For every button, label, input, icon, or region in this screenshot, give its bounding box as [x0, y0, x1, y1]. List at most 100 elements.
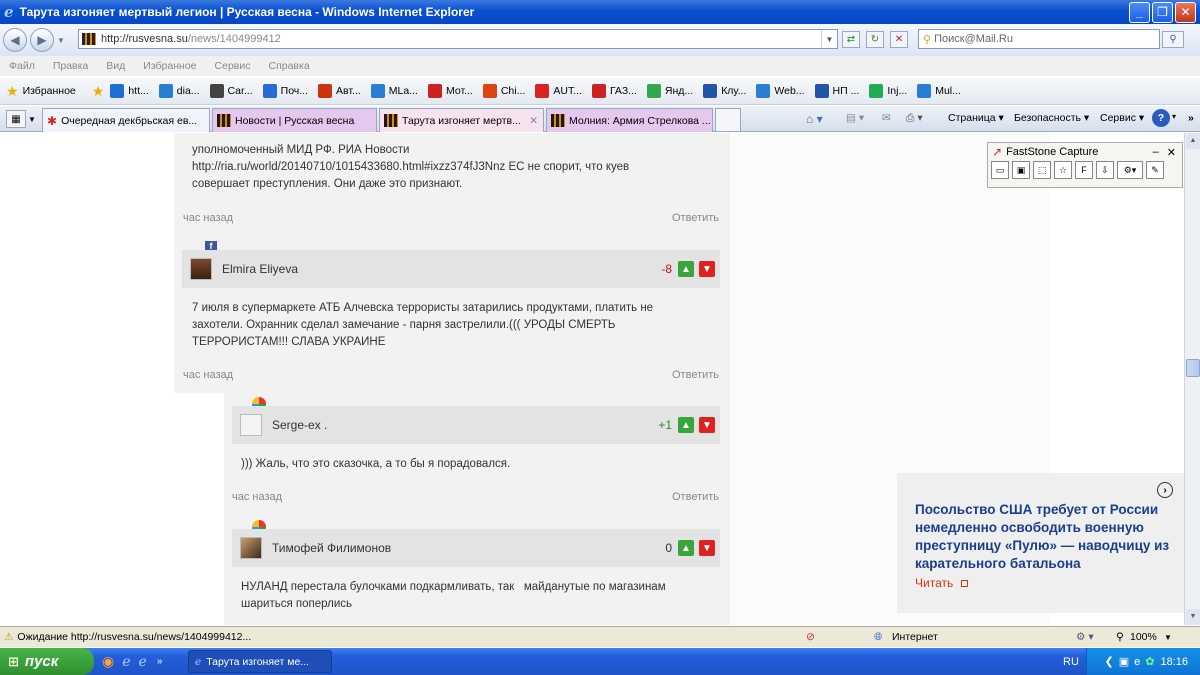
scroll-down-button[interactable]: ▼ — [1186, 609, 1200, 625]
favorites-item[interactable]: Янд... — [646, 84, 693, 98]
tray-ie-icon[interactable]: e — [1134, 656, 1140, 668]
reply-link[interactable]: Ответить — [672, 212, 719, 224]
reply-link[interactable]: Ответить — [672, 491, 719, 503]
address-bar[interactable]: http://rusvesna.su /news/1404999412 ▼ — [78, 29, 838, 49]
comment-author[interactable]: Elmira Eliyeva — [222, 262, 298, 276]
scroll-up-button[interactable]: ▲ — [1186, 133, 1200, 149]
feeds-icon[interactable]: ▤ ▾ — [846, 112, 864, 124]
capture-fullscreen-icon[interactable]: F — [1075, 161, 1093, 179]
zoom-icon[interactable]: ⚲ — [1116, 631, 1124, 643]
faststone-close-button[interactable]: ✕ — [1167, 146, 1176, 159]
comment-author[interactable]: Тимофей Филимонов — [272, 541, 391, 555]
quick-tabs-icon[interactable]: ▦ — [6, 110, 26, 128]
output-settings-icon[interactable]: ⚙▾ — [1117, 161, 1143, 179]
page-menu[interactable]: Страница ▾ — [948, 112, 1004, 124]
capture-rectangle-icon[interactable]: ⬚ — [1033, 161, 1051, 179]
more-commands-icon[interactable]: » — [1188, 112, 1194, 124]
thumbs-up-icon[interactable]: ▲ — [678, 417, 694, 433]
faststone-minimize-button[interactable]: – — [1153, 146, 1159, 158]
menu-view[interactable]: Вид — [106, 60, 125, 72]
favorites-item[interactable]: Авт... — [318, 84, 361, 98]
favorites-item[interactable]: Поч... — [262, 84, 308, 98]
help-icon[interactable]: ? — [1152, 109, 1170, 127]
minimize-button[interactable]: _ — [1129, 1, 1150, 23]
reply-link[interactable]: Ответить — [672, 369, 719, 381]
favorites-item[interactable]: htt... — [110, 84, 149, 98]
security-icon[interactable]: ⚙ ▾ — [1076, 631, 1094, 643]
print-icon[interactable]: ⎙ ▾ — [906, 112, 923, 125]
quicklaunch-more-icon[interactable]: » — [157, 656, 163, 667]
refresh-icon[interactable]: ↻ — [866, 31, 884, 48]
news-teaser[interactable]: › Посольство США требует от России немед… — [897, 473, 1184, 613]
thumbs-up-icon[interactable]: ▲ — [678, 261, 694, 277]
favorites-item[interactable]: MLa... — [370, 84, 418, 98]
tab-3-active[interactable]: Тарута изгоняет мертв... ✕ — [379, 108, 544, 132]
favorites-item[interactable]: Inj... — [869, 84, 907, 98]
safety-menu[interactable]: Безопасность ▾ — [1014, 112, 1089, 124]
comment-author[interactable]: Serge-ex . — [272, 418, 327, 432]
help-dropdown-icon[interactable]: ▾ — [1172, 112, 1176, 121]
capture-scrolling-icon[interactable]: ⇩ — [1096, 161, 1114, 179]
favorites-item[interactable]: Web... — [756, 84, 805, 98]
close-button[interactable]: ✕ — [1175, 1, 1196, 23]
taskbar-task-ie[interactable]: e Тарута изгоняет ме... — [188, 650, 332, 673]
thumbs-down-icon[interactable]: ▼ — [699, 540, 715, 556]
start-button[interactable]: ⊞ пуск — [0, 648, 94, 675]
favorites-item[interactable]: ГАЗ... — [591, 84, 637, 98]
favorites-item[interactable]: dia... — [158, 84, 200, 98]
menu-tools[interactable]: Сервис — [215, 60, 251, 72]
home-icon[interactable]: ⌂ ▾ — [806, 112, 823, 126]
back-button[interactable]: ◀ — [3, 28, 27, 52]
thumbs-down-icon[interactable]: ▼ — [699, 417, 715, 433]
favorites-button[interactable]: ★ Избранное — [6, 83, 76, 100]
restore-button[interactable]: ❐ — [1152, 1, 1173, 23]
history-dropdown-icon[interactable]: ▼ — [57, 36, 65, 45]
favorites-item[interactable]: НП ... — [814, 84, 859, 98]
quicklaunch-firefox-icon[interactable]: ◉ — [102, 653, 114, 670]
tools-menu[interactable]: Сервис ▾ — [1100, 112, 1144, 124]
capture-freehand-icon[interactable]: ☆ — [1054, 161, 1072, 179]
tab-4[interactable]: Молния: Армия Стрелкова ... — [546, 108, 713, 132]
quicklaunch-ie2-icon[interactable]: ℯ — [139, 653, 147, 670]
mail-icon[interactable]: ✉ — [882, 112, 891, 124]
read-link[interactable]: Читать — [915, 576, 968, 590]
favorites-item[interactable]: Car... — [209, 84, 253, 98]
menu-help[interactable]: Справка — [268, 60, 309, 72]
menu-favorites[interactable]: Избранное — [143, 60, 196, 72]
vertical-scrollbar[interactable]: ▲ ▼ — [1184, 133, 1200, 625]
avatar[interactable] — [190, 258, 212, 280]
tab-list-icon[interactable]: ▼ — [28, 110, 40, 128]
tray-arrow-icon[interactable]: ❮ — [1105, 655, 1114, 668]
favorites-item[interactable]: Chi... — [482, 84, 525, 98]
tab-close-icon[interactable]: ✕ — [529, 115, 538, 127]
language-indicator[interactable]: RU — [1063, 656, 1079, 668]
tray-icq-icon[interactable]: ✿ — [1145, 655, 1154, 668]
tray-network-icon[interactable]: ▣ — [1119, 655, 1129, 668]
menu-file[interactable]: Файл — [9, 60, 35, 72]
compat-view-icon[interactable]: ⇄ — [842, 31, 860, 48]
zoom-dropdown-icon[interactable]: ▼ — [1164, 633, 1172, 642]
search-input[interactable]: ⚲ Поиск@Mail.Ru — [918, 29, 1160, 49]
next-arrow-icon[interactable]: › — [1157, 482, 1173, 498]
favorites-item[interactable]: Мот... — [427, 84, 473, 98]
news-teaser-text[interactable]: Посольство США требует от России немедле… — [915, 501, 1177, 573]
zoom-level[interactable]: 100% — [1130, 631, 1157, 643]
new-tab-button[interactable] — [715, 108, 741, 132]
scroll-thumb[interactable] — [1186, 359, 1200, 377]
thumbs-down-icon[interactable]: ▼ — [699, 261, 715, 277]
favorites-item[interactable]: AUT... — [535, 84, 582, 98]
avatar[interactable] — [240, 537, 262, 559]
capture-window-icon[interactable]: ▭ — [991, 161, 1009, 179]
quicklaunch-ie-icon[interactable]: e — [122, 654, 130, 670]
tab-2[interactable]: Новости | Русская весна — [212, 108, 377, 132]
stop-icon[interactable]: ✕ — [890, 31, 908, 48]
address-dropdown-icon[interactable]: ▼ — [821, 30, 837, 48]
tab-1[interactable]: ✱ Очередная декбрьская ев... — [42, 108, 210, 132]
search-button[interactable]: ⚲ — [1162, 31, 1184, 48]
faststone-settings-icon[interactable]: ✎ — [1146, 161, 1164, 179]
avatar[interactable] — [240, 414, 262, 436]
favorites-item[interactable]: Mul... — [917, 84, 961, 98]
capture-object-icon[interactable]: ▣ — [1012, 161, 1030, 179]
add-favorite-icon[interactable]: ★ — [92, 83, 105, 100]
forward-button[interactable]: ▶ — [30, 28, 54, 52]
